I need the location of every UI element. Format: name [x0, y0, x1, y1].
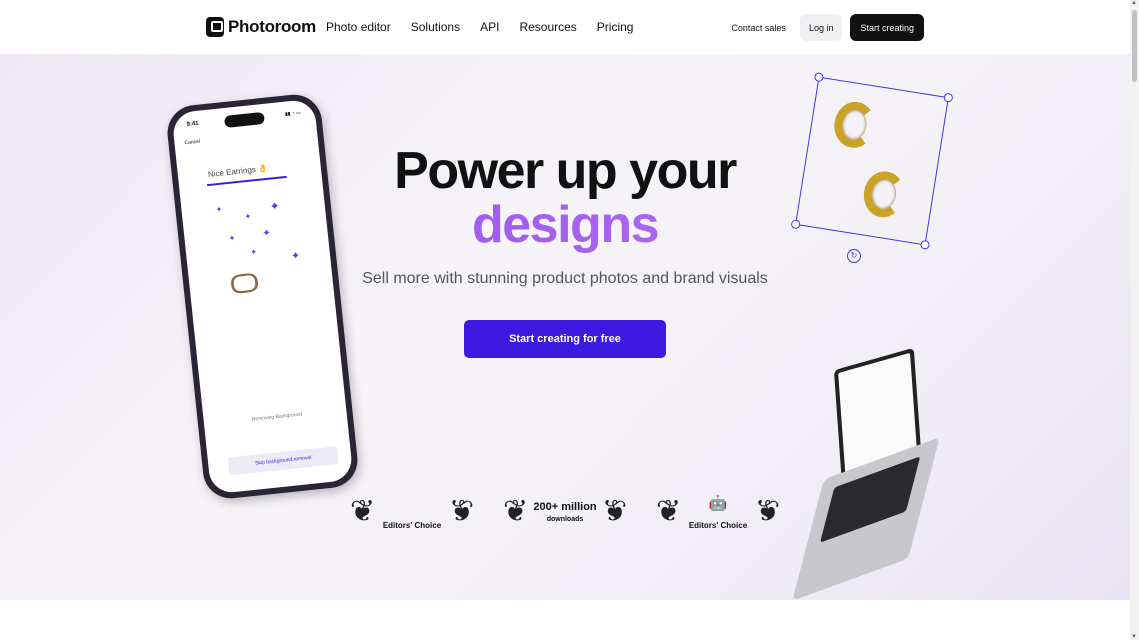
brand-name: Photoroom: [228, 17, 316, 36]
brand-logo[interactable]: Photoroom: [206, 17, 316, 37]
nav-link-photo-editor[interactable]: Photo editor: [326, 20, 391, 34]
laurel-right-icon: ❦: [448, 495, 474, 528]
hero-headline-gradient: designs: [0, 197, 1130, 253]
resize-handle: [813, 72, 825, 83]
hero-subtitle: Sell more with stunning product photos a…: [362, 270, 768, 287]
gold-earring-image: [860, 168, 908, 221]
dynamic-island: [223, 111, 265, 129]
photoroom-logo-icon: [206, 17, 224, 37]
award-apple: ❦ Editors' Choice ❦: [350, 492, 474, 532]
nav-link-solutions[interactable]: Solutions: [411, 20, 460, 34]
start-creating-free-button[interactable]: Start creating for free: [464, 320, 666, 358]
top-navigation: Photoroom Photo editor Solutions API Res…: [0, 0, 1130, 54]
scrollbar[interactable]: ▲ ▼: [1130, 0, 1139, 640]
hero-headline: Power up your: [394, 142, 737, 200]
laurel-right-icon: ❦: [601, 495, 627, 528]
resize-handle: [943, 92, 954, 103]
scroll-up-icon[interactable]: ▲: [1131, 0, 1137, 6]
contact-sales-link[interactable]: Contact sales: [731, 23, 786, 33]
scroll-thumb[interactable]: [1132, 10, 1137, 82]
scroll-down-icon[interactable]: ▼: [1131, 634, 1137, 640]
phone-time: 9:41: [186, 120, 199, 128]
phone-skip-button: Skip background removal: [227, 446, 339, 476]
rotate-icon: ↻: [847, 249, 861, 263]
laurel-right-icon: ❦: [754, 495, 780, 528]
hero-section: 9:41 ▮▮ ◔ ▭ Cancel Nice Earrings 👌 ✦ ✦ ✦…: [0, 54, 1130, 601]
phone-status-icons: ▮▮ ◔ ▭: [284, 109, 302, 118]
awards-row: ❦ Editors' Choice ❦ ❦ 200+ million downl…: [350, 492, 780, 532]
earrings-selection-frame: [790, 72, 954, 250]
nav-links: Photo editor Solutions API Resources Pri…: [326, 20, 633, 34]
nav-link-resources[interactable]: Resources: [519, 20, 576, 34]
gold-earring-image: [831, 98, 878, 151]
award-android: ❦ 🤖 Editors' Choice ❦: [656, 492, 780, 532]
award-downloads: ❦ 200+ million downloads ❦: [503, 492, 627, 532]
nav-link-pricing[interactable]: Pricing: [597, 20, 634, 34]
nav-actions: Contact sales Log in Start creating: [731, 14, 924, 41]
start-creating-button[interactable]: Start creating: [850, 14, 924, 41]
login-button[interactable]: Log in: [799, 14, 843, 41]
page: Photoroom Photo editor Solutions API Res…: [0, 0, 1139, 640]
phone-removing-status: Removing Background: [251, 411, 303, 423]
nav-link-api[interactable]: API: [480, 20, 499, 34]
laptop-keys: [819, 456, 921, 543]
